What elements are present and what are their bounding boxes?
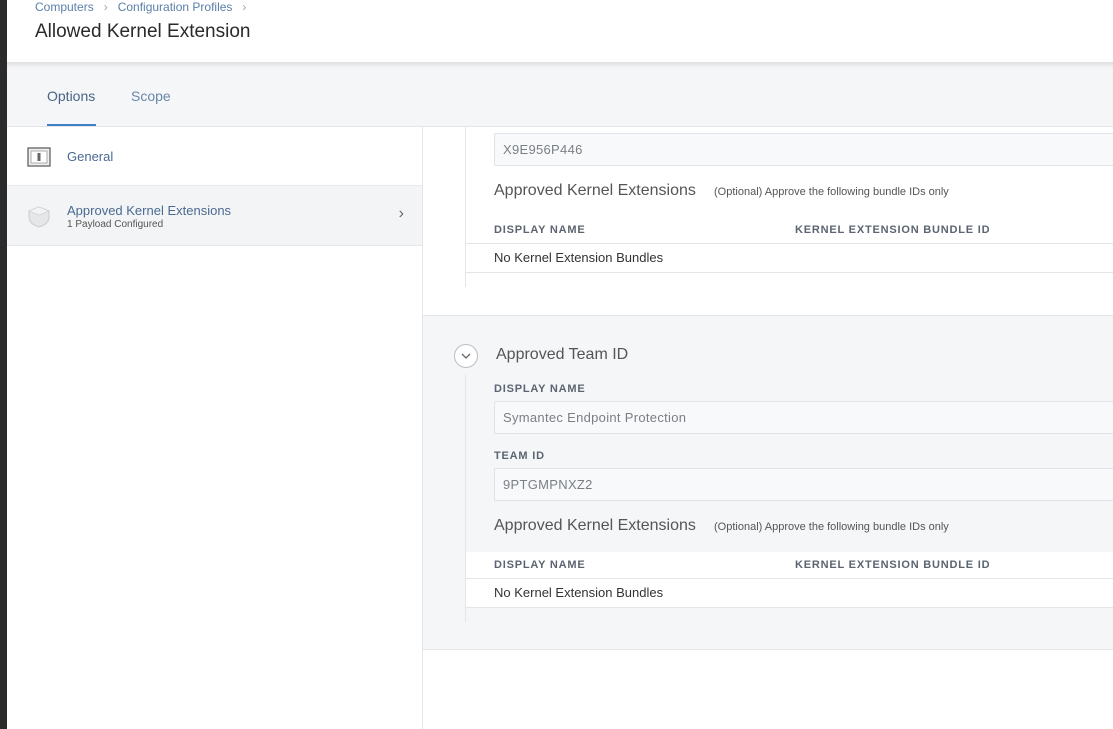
chevron-right-icon: › <box>398 205 404 222</box>
breadcrumb-computers[interactable]: Computers <box>35 0 94 14</box>
table-divider <box>466 272 1113 273</box>
payload-sidebar: General Approved Kernel Extensions 1 Pay… <box>7 127 423 729</box>
sidebar-item-general[interactable]: General <box>7 127 422 186</box>
left-edge-strip <box>0 0 7 729</box>
sidebar-item-sublabel: 1 Payload Configured <box>67 219 164 230</box>
empty-table-message: No Kernel Extension Bundles <box>494 250 664 265</box>
sidebar-item-approved-kernel-extensions[interactable]: Approved Kernel Extensions 1 Payload Con… <box>7 186 422 246</box>
table-divider <box>466 607 1113 608</box>
active-tab-indicator <box>47 124 96 126</box>
switch-icon <box>27 147 51 167</box>
table-divider <box>466 578 1113 579</box>
chevron-right-icon: › <box>103 0 108 14</box>
column-header-bundle-id: KERNEL EXTENSION BUNDLE ID <box>795 559 991 571</box>
team-id-input[interactable]: X9E956P446 <box>494 133 1113 166</box>
tab-scope[interactable]: Scope <box>131 88 171 104</box>
tab-options[interactable]: Options <box>47 88 95 104</box>
display-name-label: DISPLAY NAME <box>494 383 586 395</box>
column-header-display-name: DISPLAY NAME <box>494 559 586 571</box>
payload-content: X9E956P446 Approved Kernel Extensions (O… <box>423 127 1113 729</box>
breadcrumb: Computers › Configuration Profiles › <box>35 0 256 14</box>
team-id-label: TEAM ID <box>494 450 545 462</box>
section-divider-line <box>465 375 466 622</box>
approved-extensions-hint: (Optional) Approve the following bundle … <box>714 521 949 533</box>
approved-extensions-title: Approved Kernel Extensions <box>494 517 696 534</box>
table-divider <box>466 243 1113 244</box>
team-id-input[interactable]: 9PTGMPNXZ2 <box>494 468 1113 501</box>
section-divider-line <box>465 127 466 287</box>
column-header-bundle-id: KERNEL EXTENSION BUNDLE ID <box>795 224 991 236</box>
approved-extensions-title: Approved Kernel Extensions <box>494 182 696 199</box>
sidebar-item-label: Approved Kernel Extensions <box>67 203 232 218</box>
breadcrumb-configuration-profiles[interactable]: Configuration Profiles <box>118 0 233 14</box>
page-header: Computers › Configuration Profiles › All… <box>7 0 1113 62</box>
chevron-right-icon: › <box>242 0 247 14</box>
page-title: Allowed Kernel Extension <box>35 21 251 42</box>
collapse-chevron-icon[interactable] <box>454 344 478 368</box>
display-name-input[interactable]: Symantec Endpoint Protection <box>494 401 1113 434</box>
column-header-display-name: DISPLAY NAME <box>494 224 586 236</box>
sidebar-item-label: General <box>67 149 114 164</box>
approved-team-title: Approved Team ID <box>496 346 629 363</box>
shield-icon <box>27 206 51 228</box>
empty-table-message: No Kernel Extension Bundles <box>494 585 664 600</box>
approved-extensions-hint: (Optional) Approve the following bundle … <box>714 186 949 198</box>
tabs-bar: Options Scope <box>7 62 1113 127</box>
